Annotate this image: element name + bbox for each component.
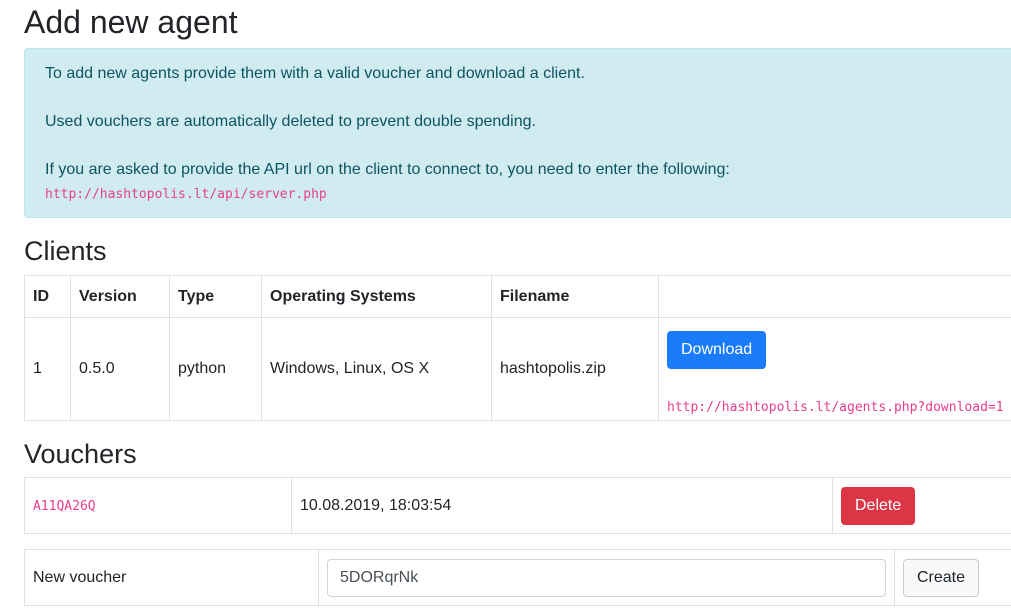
- client-filename: hashtopolis.zip: [491, 317, 659, 421]
- col-header-os: Operating Systems: [261, 275, 492, 318]
- vouchers-heading: Vouchers: [24, 439, 137, 469]
- delete-voucher-button[interactable]: Delete: [841, 486, 916, 525]
- clients-header-row: ID Version Type Operating Systems Filena…: [24, 275, 1011, 318]
- new-voucher-label: New voucher: [24, 549, 319, 606]
- client-id: 1: [24, 317, 71, 421]
- info-line-api-url: If you are asked to provide the API url …: [45, 161, 730, 178]
- vouchers-table: A11QA26Q 10.08.2019, 18:03:54 Delete: [24, 477, 1011, 534]
- client-version: 0.5.0: [70, 317, 170, 421]
- create-voucher-button[interactable]: Create: [903, 558, 980, 597]
- client-os: Windows, Linux, OS X: [261, 317, 492, 421]
- info-alert: To add new agents provide them with a va…: [24, 48, 1011, 218]
- api-url-code: http://hashtopolis.lt/api/server.php: [45, 187, 327, 202]
- new-voucher-row: New voucher Create: [24, 549, 1011, 606]
- clients-heading: Clients: [24, 236, 107, 266]
- voucher-actions-cell: Delete: [832, 477, 1011, 534]
- download-url-code: http://hashtopolis.lt/agents.php?downloa…: [667, 399, 1004, 415]
- new-voucher-form: New voucher Create: [24, 549, 1011, 606]
- clients-table: ID Version Type Operating Systems Filena…: [24, 275, 1011, 421]
- info-line-double-spending: Used vouchers are automatically deleted …: [45, 113, 536, 130]
- col-header-version: Version: [70, 275, 170, 318]
- page-title: Add new agent: [24, 4, 238, 40]
- table-row: A11QA26Q 10.08.2019, 18:03:54 Delete: [24, 477, 1011, 534]
- col-header-id: ID: [24, 275, 71, 318]
- voucher-code-cell: A11QA26Q: [24, 477, 292, 534]
- client-download-cell: Download http://hashtopolis.lt/agents.ph…: [658, 317, 1011, 421]
- new-voucher-actions-cell: Create: [894, 549, 1011, 606]
- download-button[interactable]: Download: [667, 330, 767, 369]
- info-line-vouchers: To add new agents provide them with a va…: [45, 65, 585, 82]
- client-type: python: [169, 317, 262, 421]
- col-header-type: Type: [169, 275, 262, 318]
- new-voucher-input-cell: [318, 549, 895, 606]
- voucher-created: 10.08.2019, 18:03:54: [291, 477, 833, 534]
- col-header-actions: [658, 275, 1011, 318]
- table-row: 1 0.5.0 python Windows, Linux, OS X hash…: [24, 317, 1011, 421]
- col-header-filename: Filename: [491, 275, 659, 318]
- new-voucher-input[interactable]: [327, 558, 886, 597]
- voucher-code: A11QA26Q: [33, 498, 96, 514]
